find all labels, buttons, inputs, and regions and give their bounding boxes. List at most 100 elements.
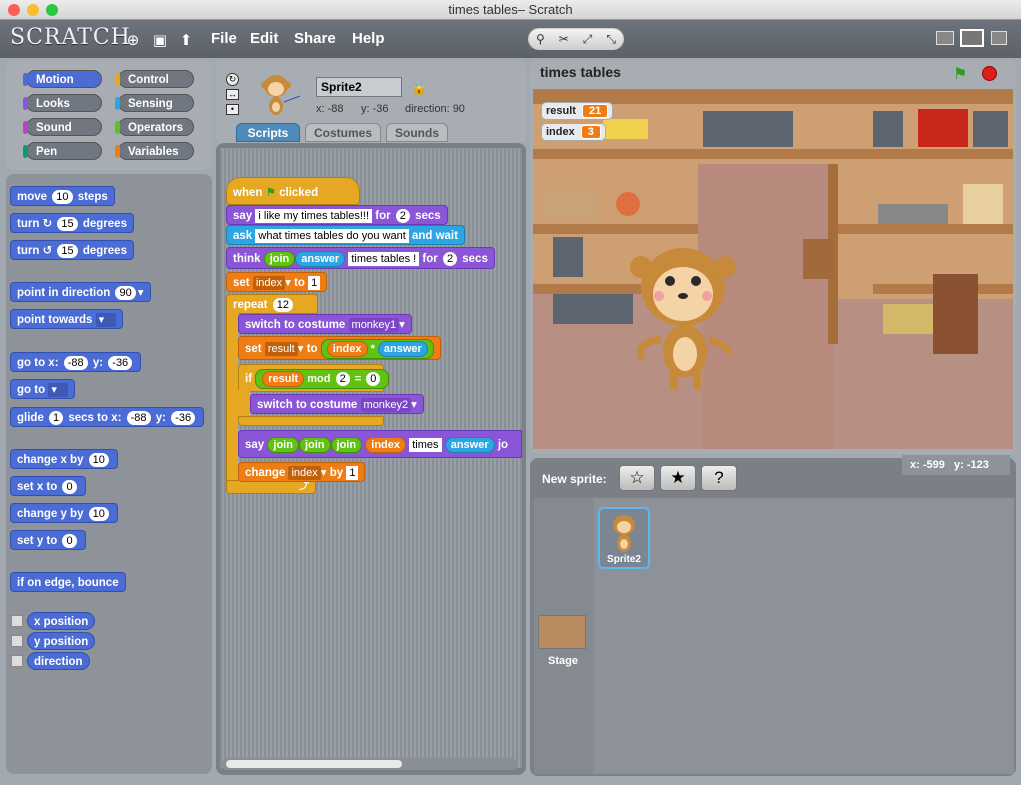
rotate-style-icon[interactable]: ↻ — [226, 73, 239, 86]
category-color-swatch — [115, 121, 120, 134]
sprite-x: x: -88 — [316, 103, 344, 115]
script-scrollbar[interactable] — [222, 758, 518, 770]
blocks-palette — [6, 174, 212, 774]
presentation-icon[interactable] — [991, 31, 1007, 45]
sprite-tools: ⚲ ✂ ⤢ ⤡ — [528, 28, 624, 50]
stop-icon[interactable] — [982, 66, 997, 81]
category-motion[interactable]: Motion — [23, 70, 102, 88]
share-icon[interactable]: ⬆ — [177, 31, 195, 49]
category-color-swatch — [23, 97, 28, 110]
block-change-index[interactable]: change index ▾ by 1 — [238, 462, 366, 482]
block-think-for[interactable]: think join answer times tables ! for 2 se… — [226, 247, 495, 269]
delete-icon[interactable]: ✂ — [559, 32, 569, 46]
block-if[interactable]: if result mod 2 = 0 — [238, 364, 390, 392]
scratch-window: times tables– Scratch SCRATCH ⊕ ▣ ⬆ File… — [0, 0, 1021, 785]
block-set-result[interactable]: set result ▾ to index * answer — [238, 336, 441, 360]
choose-sprite-icon[interactable]: ★ — [660, 465, 696, 491]
block-set-y[interactable]: set y to 0 — [10, 530, 86, 550]
green-flag-icon[interactable]: ⚑ — [953, 64, 967, 84]
category-operators[interactable]: Operators — [115, 118, 194, 136]
title-bar: times tables– Scratch — [0, 0, 1021, 20]
category-pen[interactable]: Pen — [23, 142, 102, 160]
no-rotate-icon[interactable]: • — [226, 104, 239, 115]
scratch-logo: SCRATCH — [10, 25, 131, 50]
block-say-join[interactable]: say join join join index times answer jo — [238, 430, 522, 458]
sprite-tile-label: Sprite2 — [607, 554, 641, 565]
block-repeat[interactable]: repeat 12 — [226, 294, 318, 314]
block-set-index[interactable]: set index ▾ to 1 — [226, 272, 328, 292]
block-set-x[interactable]: set x to 0 — [10, 476, 86, 496]
block-switch-costume-2[interactable]: switch to costume monkey2 ▾ — [250, 394, 424, 414]
green-flag-icon: ⚑ — [265, 187, 276, 199]
sprite-tile-sprite2[interactable]: Sprite2 — [598, 507, 650, 569]
normal-stage-icon[interactable] — [960, 29, 984, 47]
category-control[interactable]: Control — [115, 70, 194, 88]
category-label: Operators — [128, 122, 183, 134]
block-change-x[interactable]: change x by 10 — [10, 449, 118, 469]
category-variables[interactable]: Variables — [115, 142, 194, 160]
menu-file[interactable]: File — [211, 30, 237, 47]
close-icon[interactable] — [8, 4, 20, 16]
category-sensing[interactable]: Sensing — [115, 94, 194, 112]
block-turn-cw[interactable]: turn ↻ 15 degrees — [10, 213, 134, 233]
reporter-direction[interactable]: direction — [27, 652, 90, 670]
save-icon[interactable]: ▣ — [151, 31, 169, 49]
watcher-index[interactable]: index 3 — [541, 123, 606, 141]
block-goto-xy[interactable]: go to x: -88 y: -36 — [10, 352, 142, 372]
category-label: Sound — [36, 122, 72, 134]
duplicate-icon[interactable]: ⚲ — [536, 32, 545, 46]
block-point-direction[interactable]: point in direction 90 ▾ — [10, 282, 151, 302]
category-looks[interactable]: Looks — [23, 94, 102, 112]
block-glide[interactable]: glide 1 secs to x: -88 y: -36 — [10, 407, 205, 427]
small-stage-icon[interactable] — [936, 31, 954, 45]
tab-sounds[interactable]: Sounds — [386, 123, 448, 142]
stage[interactable] — [533, 89, 1013, 449]
stage-backdrop — [533, 89, 1013, 449]
shrink-icon[interactable]: ⤡ — [606, 32, 616, 47]
minimize-icon[interactable] — [27, 4, 39, 16]
block-bounce[interactable]: if on edge, bounce — [10, 572, 126, 592]
paint-sprite-icon[interactable]: ☆ — [619, 465, 655, 491]
stage-label: Stage — [548, 655, 578, 667]
globe-icon[interactable]: ⊕ — [124, 31, 142, 49]
lock-icon[interactable]: 🔒 — [411, 80, 427, 96]
menu-share[interactable]: Share — [294, 30, 336, 47]
block-change-y[interactable]: change y by 10 — [10, 503, 118, 523]
tab-costumes[interactable]: Costumes — [305, 123, 381, 142]
zoom-icon[interactable] — [46, 4, 58, 16]
hat-when-flag-clicked[interactable]: when ⚑ clicked — [226, 177, 360, 205]
block-point-towards[interactable]: point towards ▾ — [10, 309, 123, 329]
sprite-thumbnail — [261, 75, 301, 115]
sprite-name-field[interactable]: Sprite2 — [316, 77, 402, 97]
watcher-result[interactable]: result 21 — [541, 102, 614, 120]
xpos-checkbox[interactable] — [11, 615, 23, 627]
category-label: Control — [128, 74, 169, 86]
category-label: Sensing — [128, 98, 173, 110]
direction-checkbox[interactable] — [11, 655, 23, 667]
ypos-checkbox[interactable] — [11, 635, 23, 647]
window-title: times tables– Scratch — [448, 2, 573, 17]
block-switch-costume-1[interactable]: switch to costume monkey1 ▾ — [238, 314, 412, 334]
scroll-thumb[interactable] — [226, 760, 402, 768]
reporter-x-position[interactable]: x position — [27, 612, 96, 630]
menu-edit[interactable]: Edit — [250, 30, 278, 47]
block-goto[interactable]: go to ▾ — [10, 379, 76, 399]
category-color-swatch — [23, 145, 28, 158]
repeat-arm — [226, 312, 238, 482]
random-sprite-icon[interactable]: ? — [701, 465, 737, 491]
grow-icon[interactable]: ⤢ — [583, 32, 593, 47]
menu-help[interactable]: Help — [352, 30, 385, 47]
sprite-grid — [594, 498, 1014, 774]
block-move[interactable]: move 10 steps — [10, 186, 115, 206]
flip-style-icon[interactable]: ↔ — [226, 89, 239, 100]
block-turn-ccw[interactable]: turn ↺ 15 degrees — [10, 240, 134, 260]
block-ask[interactable]: ask what times tables do you want and wa… — [226, 225, 465, 245]
stage-thumbnail[interactable] — [538, 615, 586, 649]
category-color-swatch — [115, 97, 120, 110]
tab-scripts[interactable]: Scripts — [236, 123, 300, 142]
sprite-y: y: -36 — [361, 103, 389, 115]
block-say-for[interactable]: say i like my times tables!!! for 2 secs — [226, 205, 448, 225]
reporter-y-position[interactable]: y position — [27, 632, 96, 650]
category-sound[interactable]: Sound — [23, 118, 102, 136]
rotate-ccw-icon: ↺ — [42, 245, 53, 257]
